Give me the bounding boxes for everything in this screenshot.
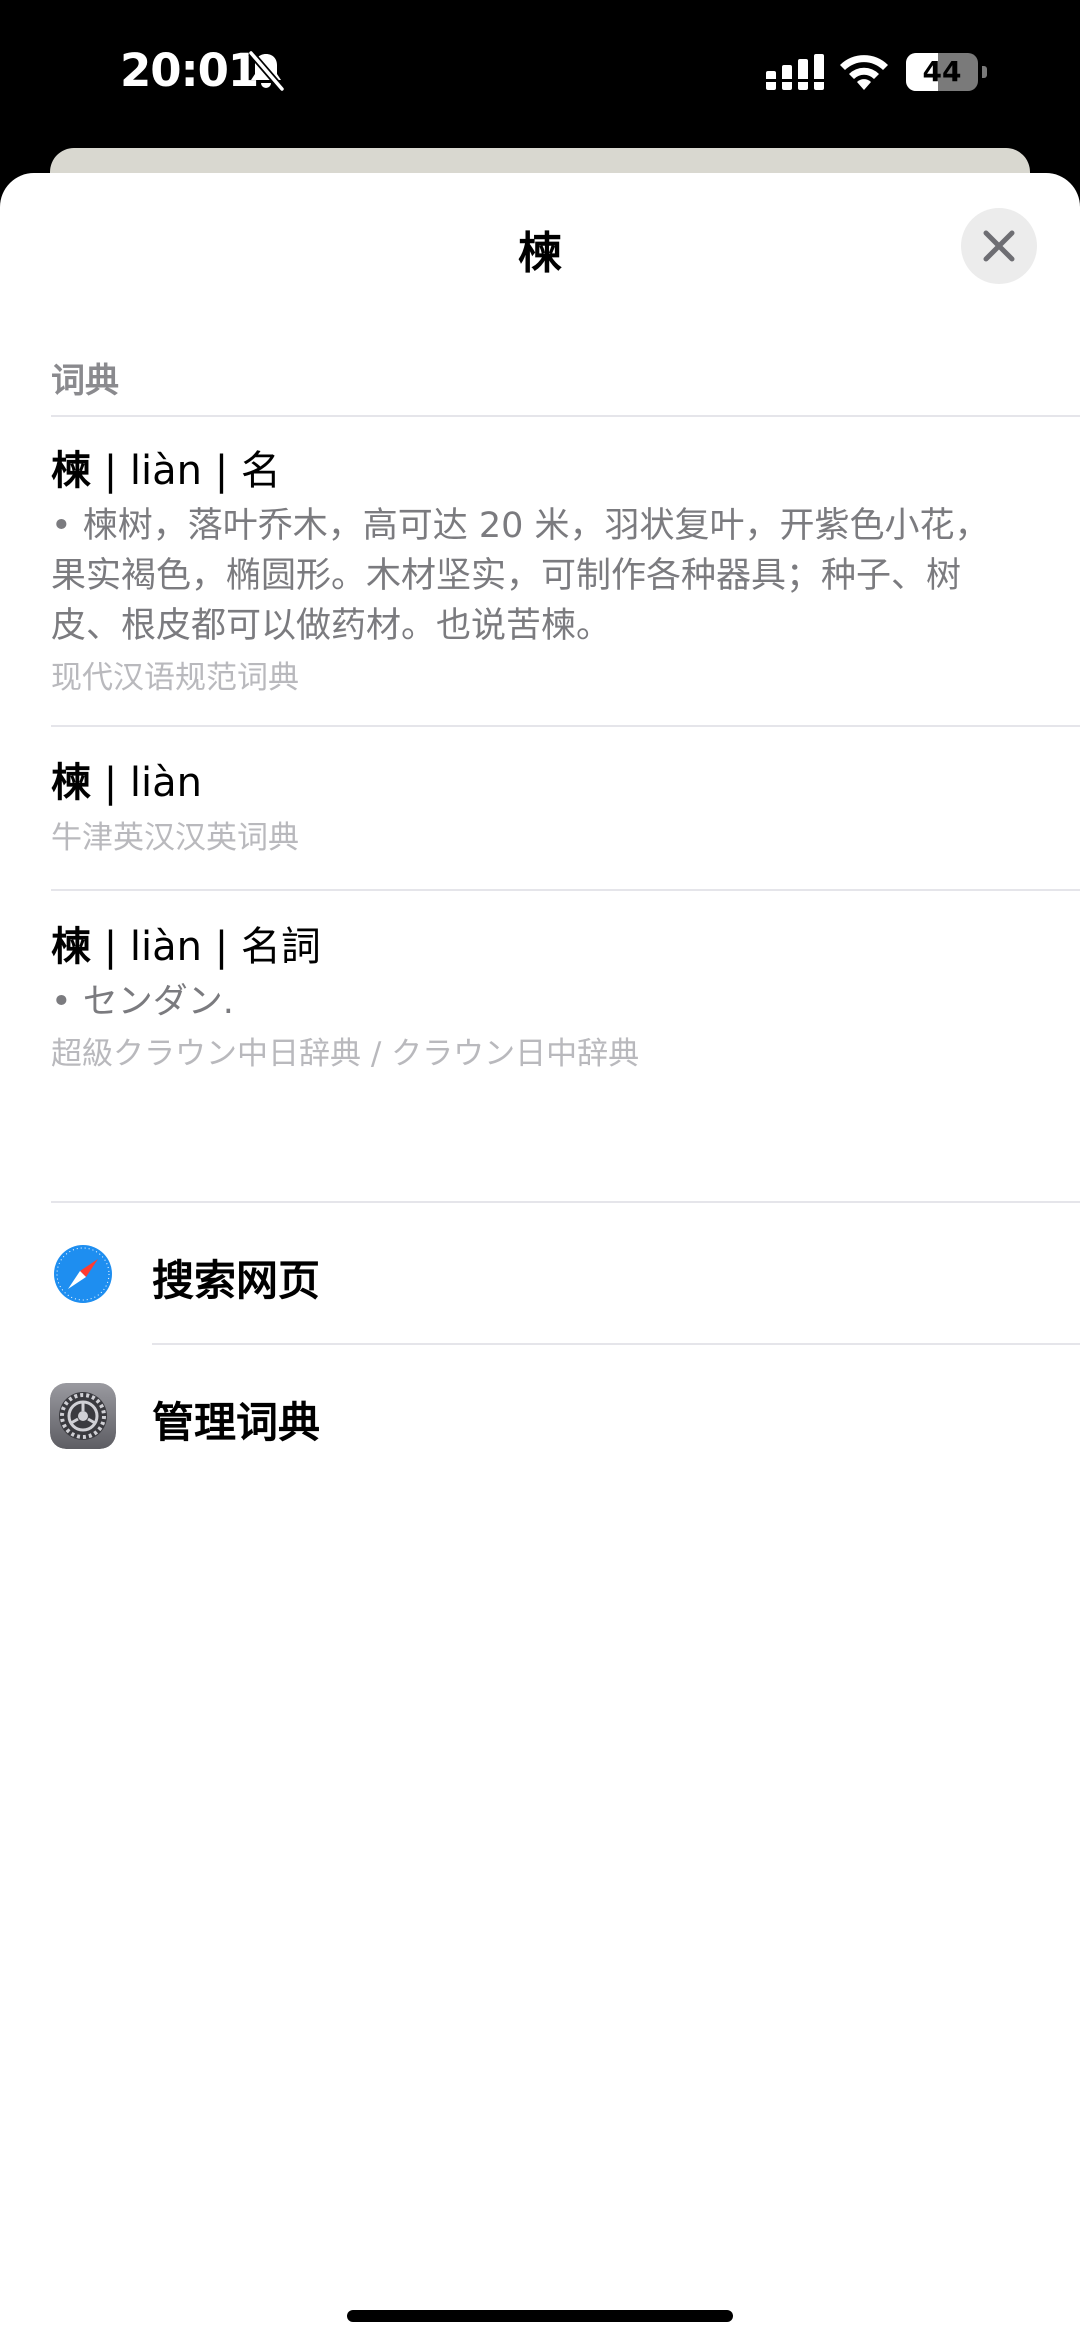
entry-part-of-speech: 名 [240, 448, 281, 494]
entry-source: 超級クラウン中日辞典 / クラウン日中辞典 [51, 1036, 640, 1072]
entry-separator: | [91, 924, 130, 970]
entry-pinyin: liàn [129, 924, 202, 970]
entry-definition: • 楝树，落叶乔木，高可达 20 米，羽状复叶，开紫色小花，果实褐色，椭圆形。木… [51, 506, 990, 646]
entry-headword: 楝 [51, 448, 91, 494]
search-web-label: 搜索网页 [152, 1256, 321, 1305]
lookup-sheet: 楝 词典 楝 | liàn | 名 • 楝树，落叶乔木，高可达 20 米，羽状复… [0, 173, 1080, 2341]
close-button[interactable] [961, 208, 1037, 284]
entry-headword-line: 楝 | liàn | 名詞 [51, 919, 1051, 975]
close-icon [983, 230, 1015, 262]
section-header-dictionary: 词典 [51, 361, 119, 401]
entry-separator: | [91, 760, 130, 806]
divider [51, 415, 1080, 417]
cellular-signal-icon [766, 54, 824, 90]
battery-level: 44 [922, 55, 962, 88]
entry-headword: 楝 [51, 760, 91, 806]
entry-headword-line: 楝 | liàn | 名 [51, 443, 1051, 499]
entry-separator: | [91, 448, 130, 494]
entry-part-of-speech: 名詞 [240, 924, 321, 970]
entry-source: 牛津英汉汉英词典 [51, 820, 299, 856]
entry-definition: • センダン. [51, 982, 234, 1022]
home-indicator[interactable] [347, 2310, 733, 2322]
sheet-title: 楝 [518, 228, 562, 279]
dictionary-entry-2[interactable]: 楝 | liàn 牛津英汉汉英词典 [51, 755, 1051, 861]
wifi-icon [840, 55, 888, 90]
dictionary-entry-3[interactable]: 楝 | liàn | 名詞 • センダン. 超級クラウン中日辞典 / クラウン日… [51, 919, 1051, 1077]
entry-pinyin: liàn [129, 760, 202, 806]
manage-dictionaries-row[interactable]: 管理词典 [0, 1345, 1080, 1485]
entry-source: 现代汉语规范词典 [51, 660, 299, 696]
entry-pinyin: liàn [129, 448, 202, 494]
settings-gear-icon [50, 1383, 116, 1449]
manage-dictionaries-label: 管理词典 [152, 1398, 321, 1447]
divider [51, 725, 1080, 727]
dictionary-entry-1[interactable]: 楝 | liàn | 名 • 楝树，落叶乔木，高可达 20 米，羽状复叶，开紫色… [51, 443, 1051, 701]
bell-slash-icon [248, 50, 285, 92]
battery-icon: 44 [906, 53, 987, 91]
safari-compass-icon [50, 1241, 116, 1307]
status-bar: 20:01 44 [0, 0, 1080, 145]
divider [51, 889, 1080, 891]
entry-headword: 楝 [51, 924, 91, 970]
search-web-row[interactable]: 搜索网页 [0, 1203, 1080, 1343]
entry-headword-line: 楝 | liàn [51, 755, 1051, 811]
status-time: 20:01 [120, 44, 259, 97]
entry-separator: | [202, 924, 241, 970]
battery-cap [982, 66, 987, 78]
entry-separator: | [202, 448, 241, 494]
